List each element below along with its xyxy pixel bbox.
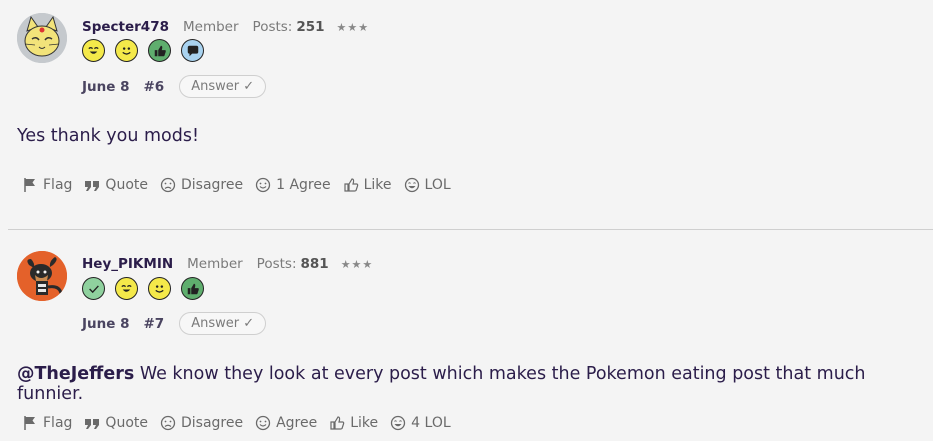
lol-label: 4 LOL bbox=[411, 415, 451, 431]
username[interactable]: Hey_PIKMIN bbox=[82, 256, 173, 272]
avatar[interactable] bbox=[17, 251, 67, 301]
posts-count: 881 bbox=[300, 256, 329, 272]
post-body-text: We know they look at every post which ma… bbox=[17, 364, 866, 404]
disagree-button[interactable]: Disagree bbox=[160, 415, 243, 431]
grin-badge-icon[interactable] bbox=[115, 277, 138, 300]
smile-icon bbox=[255, 415, 271, 431]
flag-button[interactable]: Flag bbox=[22, 415, 72, 431]
thumbs-up-icon bbox=[330, 416, 345, 430]
check-badge-icon[interactable] bbox=[82, 277, 105, 300]
laugh-icon bbox=[391, 415, 406, 431]
badge-row bbox=[82, 277, 204, 300]
rank-stars: ★★★ bbox=[340, 258, 374, 271]
post-meta: Hey_PIKMIN Member Posts: 881 ★★★ bbox=[82, 256, 373, 272]
like-label: Like bbox=[350, 415, 379, 431]
quote-icon bbox=[85, 419, 100, 429]
post-dateline: June 8 #7 Answer ✓ bbox=[82, 312, 267, 335]
post-body: @TheJeffers We know they look at every p… bbox=[17, 364, 933, 404]
thumbs-up-badge-icon[interactable] bbox=[181, 277, 204, 300]
frown-icon bbox=[160, 415, 176, 431]
post-7: Hey_PIKMIN Member Posts: 881 ★★★ June 8 … bbox=[0, 0, 933, 441]
post-date[interactable]: June 8 bbox=[82, 316, 130, 332]
user-role: Member bbox=[187, 256, 243, 272]
like-button[interactable]: Like bbox=[329, 415, 378, 431]
user-mention[interactable]: @TheJeffers bbox=[17, 364, 134, 384]
post-actions: Flag Quote Disagree Agree Like 4 LOL bbox=[22, 415, 463, 431]
answer-button[interactable]: Answer ✓ bbox=[179, 312, 267, 335]
post-number[interactable]: #7 bbox=[144, 316, 165, 332]
agree-label: Agree bbox=[276, 415, 318, 431]
disagree-label: Disagree bbox=[180, 415, 244, 431]
agree-button[interactable]: Agree bbox=[255, 415, 317, 431]
flag-label: Flag bbox=[43, 415, 73, 431]
quote-label: Quote bbox=[105, 415, 148, 431]
flag-icon bbox=[24, 416, 35, 430]
smile-badge-icon[interactable] bbox=[148, 277, 171, 300]
quote-button[interactable]: Quote bbox=[84, 415, 148, 431]
lol-button[interactable]: 4 LOL bbox=[390, 415, 451, 431]
posts-label: Posts: bbox=[256, 256, 297, 272]
